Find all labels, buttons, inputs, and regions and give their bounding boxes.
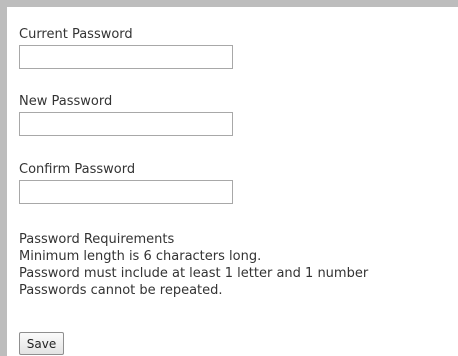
confirm-password-input[interactable] (19, 180, 233, 204)
password-requirements: Password Requirements Minimum length is … (19, 231, 368, 299)
current-password-input[interactable] (19, 45, 233, 69)
current-password-label: Current Password (19, 27, 133, 42)
new-password-group: New Password (19, 93, 233, 136)
current-password-group: Current Password (19, 26, 233, 69)
new-password-label: New Password (19, 94, 113, 109)
requirement-letter-number: Password must include at least 1 letter … (19, 266, 369, 281)
requirement-min-length: Minimum length is 6 characters long. (19, 249, 262, 264)
requirements-title: Password Requirements (19, 232, 175, 247)
confirm-password-group: Confirm Password (19, 161, 233, 204)
confirm-password-label: Confirm Password (19, 162, 136, 177)
requirement-no-repeat: Passwords cannot be repeated. (19, 283, 223, 298)
new-password-input[interactable] (19, 112, 233, 136)
save-button[interactable]: Save (19, 332, 64, 355)
